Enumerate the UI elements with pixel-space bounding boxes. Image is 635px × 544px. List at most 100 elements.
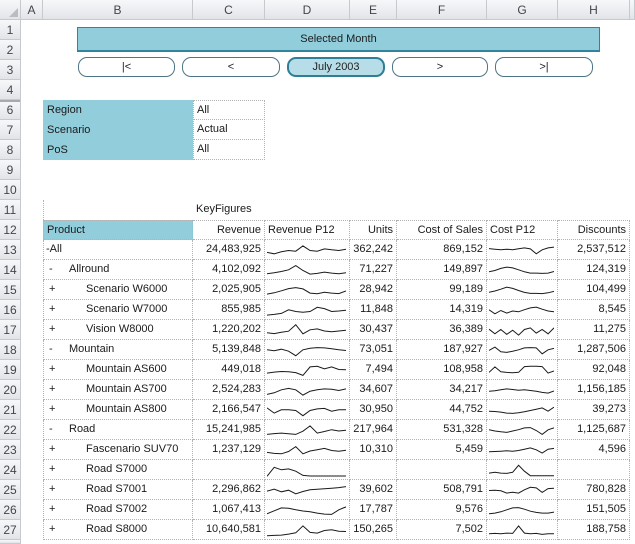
row-header-26[interactable]: 26 bbox=[0, 500, 21, 520]
row-header-3[interactable]: 3 bbox=[0, 60, 21, 80]
cost-p12-sparkline bbox=[489, 322, 554, 338]
row-header-10[interactable]: 10 bbox=[0, 180, 21, 200]
column-header-partial[interactable] bbox=[630, 0, 635, 20]
row-header-11[interactable]: 11 bbox=[0, 200, 21, 220]
expand-toggle[interactable]: + bbox=[49, 320, 61, 339]
row-header-8[interactable]: 8 bbox=[0, 140, 21, 160]
expand-toggle[interactable]: + bbox=[49, 360, 61, 379]
expand-toggle[interactable]: + bbox=[49, 400, 61, 419]
row-header-partial[interactable] bbox=[0, 540, 21, 544]
row-header-20[interactable]: 20 bbox=[0, 380, 21, 400]
keyfigures-cell: KeyFigures bbox=[193, 200, 265, 220]
revenue-cell: 2,166,547 bbox=[193, 400, 265, 420]
revenue-p12-sparkline bbox=[267, 262, 346, 278]
product-name: -All bbox=[44, 240, 62, 259]
revenue-cell: 24,483,925 bbox=[193, 240, 265, 260]
month-first-button[interactable]: |< bbox=[78, 57, 175, 77]
revenue-p12-sparkline-cell bbox=[265, 320, 350, 340]
expand-toggle[interactable]: + bbox=[49, 480, 61, 499]
expand-toggle[interactable]: + bbox=[49, 440, 61, 459]
revenue-cell: 1,237,129 bbox=[193, 440, 265, 460]
select-all-corner[interactable] bbox=[0, 0, 21, 20]
selected-month-banner: Selected Month bbox=[77, 27, 600, 52]
col-header-cost-p12: Cost P12 bbox=[487, 220, 558, 240]
row-header-1[interactable]: 1 bbox=[0, 20, 21, 40]
expand-toggle[interactable]: + bbox=[49, 300, 61, 319]
revenue-p12-sparkline bbox=[267, 322, 346, 338]
row-header-6[interactable]: 6 bbox=[0, 100, 21, 120]
col-header-units: Units bbox=[350, 220, 397, 240]
expand-toggle[interactable]: + bbox=[49, 460, 61, 479]
discounts-cell: 8,545 bbox=[558, 300, 630, 320]
row-header-18[interactable]: 18 bbox=[0, 340, 21, 360]
column-header-E[interactable]: E bbox=[350, 0, 397, 20]
empty-cell bbox=[558, 200, 630, 220]
col-header-revenue-p12: Revenue P12 bbox=[265, 220, 350, 240]
row-header-24[interactable]: 24 bbox=[0, 460, 21, 480]
units-cell: 10,310 bbox=[350, 440, 397, 460]
discounts-cell: 11,275 bbox=[558, 320, 630, 340]
month-current-button[interactable]: July 2003 bbox=[287, 57, 385, 77]
units-cell: 30,437 bbox=[350, 320, 397, 340]
column-header-F[interactable]: F bbox=[397, 0, 487, 20]
product-cell: -All bbox=[43, 240, 193, 260]
row-header-7[interactable]: 7 bbox=[0, 120, 21, 140]
column-header-B[interactable]: B bbox=[43, 0, 193, 20]
table-row: +Fascenario SUV701,237,12910,3105,4594,5… bbox=[43, 440, 630, 460]
cost-p12-sparkline-cell bbox=[487, 380, 558, 400]
discounts-cell: 104,499 bbox=[558, 280, 630, 300]
cost-of-sales-cell bbox=[397, 460, 487, 480]
discounts-cell: 151,505 bbox=[558, 500, 630, 520]
row-header-12[interactable]: 12 bbox=[0, 220, 21, 240]
units-cell: 362,242 bbox=[350, 240, 397, 260]
expand-toggle[interactable]: + bbox=[49, 380, 61, 399]
row-header-19[interactable]: 19 bbox=[0, 360, 21, 380]
col-header-discounts: Discounts bbox=[558, 220, 630, 240]
cost-of-sales-cell: 508,791 bbox=[397, 480, 487, 500]
expand-toggle[interactable]: - bbox=[49, 420, 61, 439]
revenue-p12-sparkline bbox=[267, 402, 346, 418]
column-header-A[interactable]: A bbox=[21, 0, 43, 20]
table-row: +Road S70012,296,86239,602508,791780,828 bbox=[43, 480, 630, 500]
row-header-27[interactable]: 27 bbox=[0, 520, 21, 540]
row-header-17[interactable]: 17 bbox=[0, 320, 21, 340]
expand-toggle[interactable]: - bbox=[49, 260, 61, 279]
column-header-D[interactable]: D bbox=[265, 0, 350, 20]
units-cell: 17,787 bbox=[350, 500, 397, 520]
table-row: +Mountain AS8002,166,54730,95044,75239,2… bbox=[43, 400, 630, 420]
month-last-button[interactable]: >| bbox=[495, 57, 593, 77]
product-cell: +Vision W8000 bbox=[43, 320, 193, 340]
row-header-16[interactable]: 16 bbox=[0, 300, 21, 320]
filter-row-pos: PoSAll bbox=[43, 140, 265, 160]
product-cell: +Fascenario SUV70 bbox=[43, 440, 193, 460]
expand-toggle[interactable]: + bbox=[49, 280, 61, 299]
discounts-cell: 1,125,687 bbox=[558, 420, 630, 440]
row-header-9[interactable]: 9 bbox=[0, 160, 21, 180]
column-header-C[interactable]: C bbox=[193, 0, 265, 20]
row-header-4[interactable]: 4 bbox=[0, 80, 21, 100]
table-row: +Road S800010,640,581150,2657,502188,758 bbox=[43, 520, 630, 540]
product-cell: +Mountain AS600 bbox=[43, 360, 193, 380]
revenue-p12-sparkline-cell bbox=[265, 360, 350, 380]
column-header-G[interactable]: G bbox=[487, 0, 558, 20]
row-header-13[interactable]: 13 bbox=[0, 240, 21, 260]
cost-of-sales-cell: 149,897 bbox=[397, 260, 487, 280]
row-header-25[interactable]: 25 bbox=[0, 480, 21, 500]
row-header-22[interactable]: 22 bbox=[0, 420, 21, 440]
revenue-cell: 1,220,202 bbox=[193, 320, 265, 340]
expand-toggle[interactable]: - bbox=[49, 340, 61, 359]
row-header-21[interactable]: 21 bbox=[0, 400, 21, 420]
expand-toggle[interactable]: + bbox=[49, 500, 61, 519]
filter-value-pos[interactable]: All bbox=[193, 139, 265, 160]
expand-toggle[interactable]: + bbox=[49, 520, 61, 539]
row-header-14[interactable]: 14 bbox=[0, 260, 21, 280]
filter-value-scenario[interactable]: Actual bbox=[193, 119, 265, 140]
month-prev-button[interactable]: < bbox=[182, 57, 280, 77]
month-next-button[interactable]: > bbox=[392, 57, 488, 77]
column-header-H[interactable]: H bbox=[558, 0, 630, 20]
cost-p12-sparkline-cell bbox=[487, 500, 558, 520]
row-header-23[interactable]: 23 bbox=[0, 440, 21, 460]
row-header-15[interactable]: 15 bbox=[0, 280, 21, 300]
row-header-2[interactable]: 2 bbox=[0, 40, 21, 60]
filter-value-region[interactable]: All bbox=[193, 100, 265, 120]
